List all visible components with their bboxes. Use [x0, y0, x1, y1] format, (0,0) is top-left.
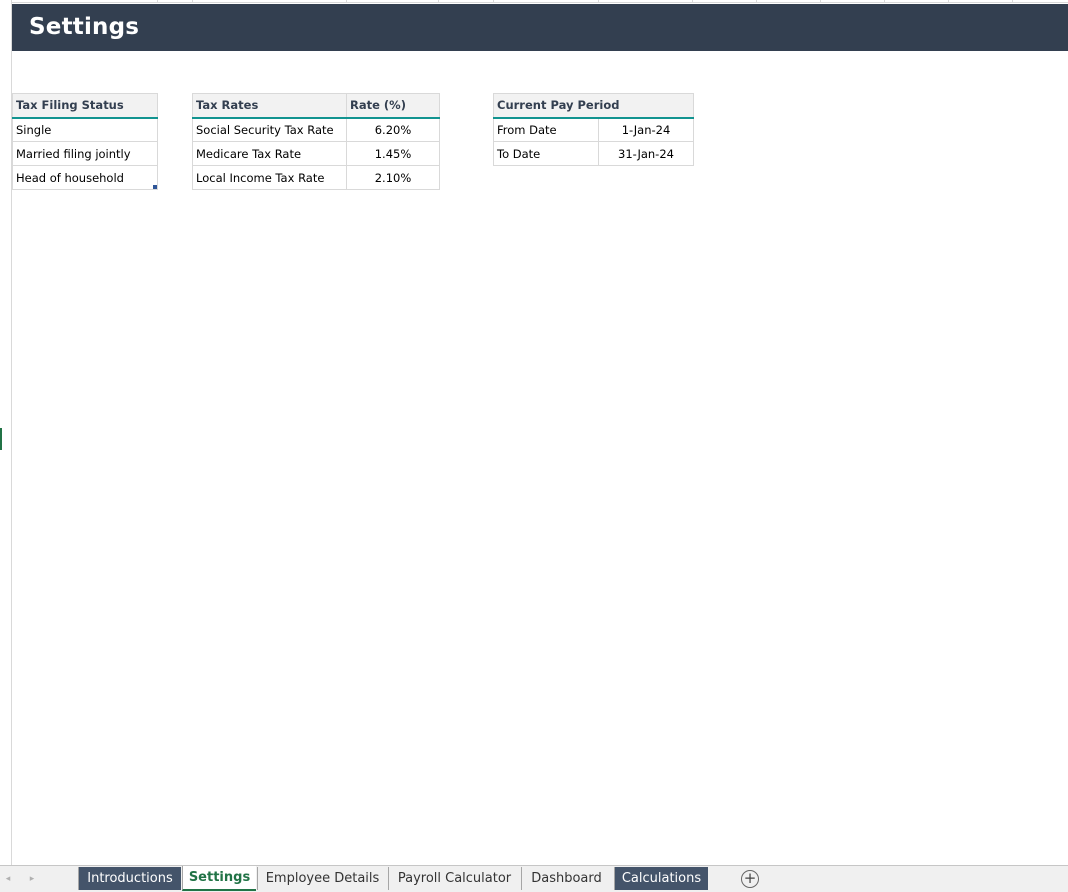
- filing-status-text: Head of household: [16, 170, 124, 185]
- tax-filing-status-header[interactable]: Tax Filing Status: [12, 93, 158, 119]
- column-divider: [157, 0, 158, 3]
- tax-rate-name-cell[interactable]: Local Income Tax Rate: [192, 165, 347, 190]
- column-header-strip: [12, 0, 1068, 3]
- from-date-value-cell[interactable]: 1-Jan-24: [598, 117, 694, 142]
- table-row: From Date 1-Jan-24: [493, 117, 694, 142]
- column-divider: [756, 0, 757, 3]
- table-row: To Date 31-Jan-24: [493, 141, 694, 166]
- column-divider: [948, 0, 949, 3]
- tax-rate-name-cell[interactable]: Social Security Tax Rate: [192, 117, 347, 142]
- tax-rate-value-cell[interactable]: 6.20%: [346, 117, 440, 142]
- tax-filing-status-table: Tax Filing Status Single Married filing …: [12, 93, 158, 190]
- tax-rates-header[interactable]: Tax Rates: [192, 93, 347, 119]
- table-row: Medicare Tax Rate 1.45%: [192, 141, 440, 166]
- row-header-strip: [0, 0, 12, 865]
- tab-settings[interactable]: Settings: [182, 866, 256, 891]
- tab-dashboard[interactable]: Dashboard: [521, 867, 611, 890]
- table-row: Social Security Tax Rate 6.20%: [192, 117, 440, 142]
- current-pay-period-table: Current Pay Period From Date 1-Jan-24 To…: [493, 93, 694, 166]
- filing-status-cell[interactable]: Head of household: [12, 165, 158, 190]
- table-row: Married filing jointly: [12, 141, 158, 166]
- table-row: Local Income Tax Rate 2.10%: [192, 165, 440, 190]
- column-divider: [346, 0, 347, 3]
- table-row: Head of household: [12, 165, 158, 190]
- tab-employee-details[interactable]: Employee Details: [257, 867, 387, 890]
- tax-rates-table: Tax Rates Rate (%) Social Security Tax R…: [192, 93, 440, 190]
- title-banner: Settings: [12, 4, 1068, 51]
- page-title: Settings: [29, 14, 140, 40]
- table-row: Single: [12, 117, 158, 142]
- tab-payroll-calculator[interactable]: Payroll Calculator: [388, 867, 520, 890]
- tab-calculations[interactable]: Calculations: [614, 867, 708, 890]
- sheet-tab-bar: ◂ ▸ Introductions Settings Employee Deta…: [0, 865, 1068, 892]
- column-divider: [820, 0, 821, 3]
- add-sheet-icon[interactable]: +: [741, 870, 759, 888]
- column-divider: [884, 0, 885, 3]
- pay-period-label-cell[interactable]: To Date: [493, 141, 599, 166]
- tax-rate-value-cell[interactable]: 2.10%: [346, 165, 440, 190]
- rate-percent-header[interactable]: Rate (%): [346, 93, 440, 119]
- tax-rate-name-cell[interactable]: Medicare Tax Rate: [192, 141, 347, 166]
- current-pay-period-header[interactable]: Current Pay Period: [493, 93, 694, 119]
- scroll-tabs-right-icon[interactable]: ▸: [24, 870, 40, 888]
- worksheet[interactable]: Settings Tax Filing Status Single Marrie…: [0, 0, 1068, 865]
- column-divider: [1012, 0, 1013, 3]
- to-date-value-cell[interactable]: 31-Jan-24: [598, 141, 694, 166]
- row-selection-marker: [0, 428, 2, 450]
- column-divider: [493, 0, 494, 3]
- column-divider: [692, 0, 693, 3]
- tax-rate-value-cell[interactable]: 1.45%: [346, 141, 440, 166]
- tab-introductions[interactable]: Introductions: [78, 867, 181, 890]
- pay-period-label-cell[interactable]: From Date: [493, 117, 599, 142]
- filing-status-cell[interactable]: Married filing jointly: [12, 141, 158, 166]
- table-resize-handle[interactable]: [153, 185, 157, 189]
- column-divider: [438, 0, 439, 3]
- filing-status-cell[interactable]: Single: [12, 117, 158, 142]
- column-divider: [598, 0, 599, 3]
- scroll-tabs-left-icon[interactable]: ◂: [0, 870, 16, 888]
- column-divider: [192, 0, 193, 3]
